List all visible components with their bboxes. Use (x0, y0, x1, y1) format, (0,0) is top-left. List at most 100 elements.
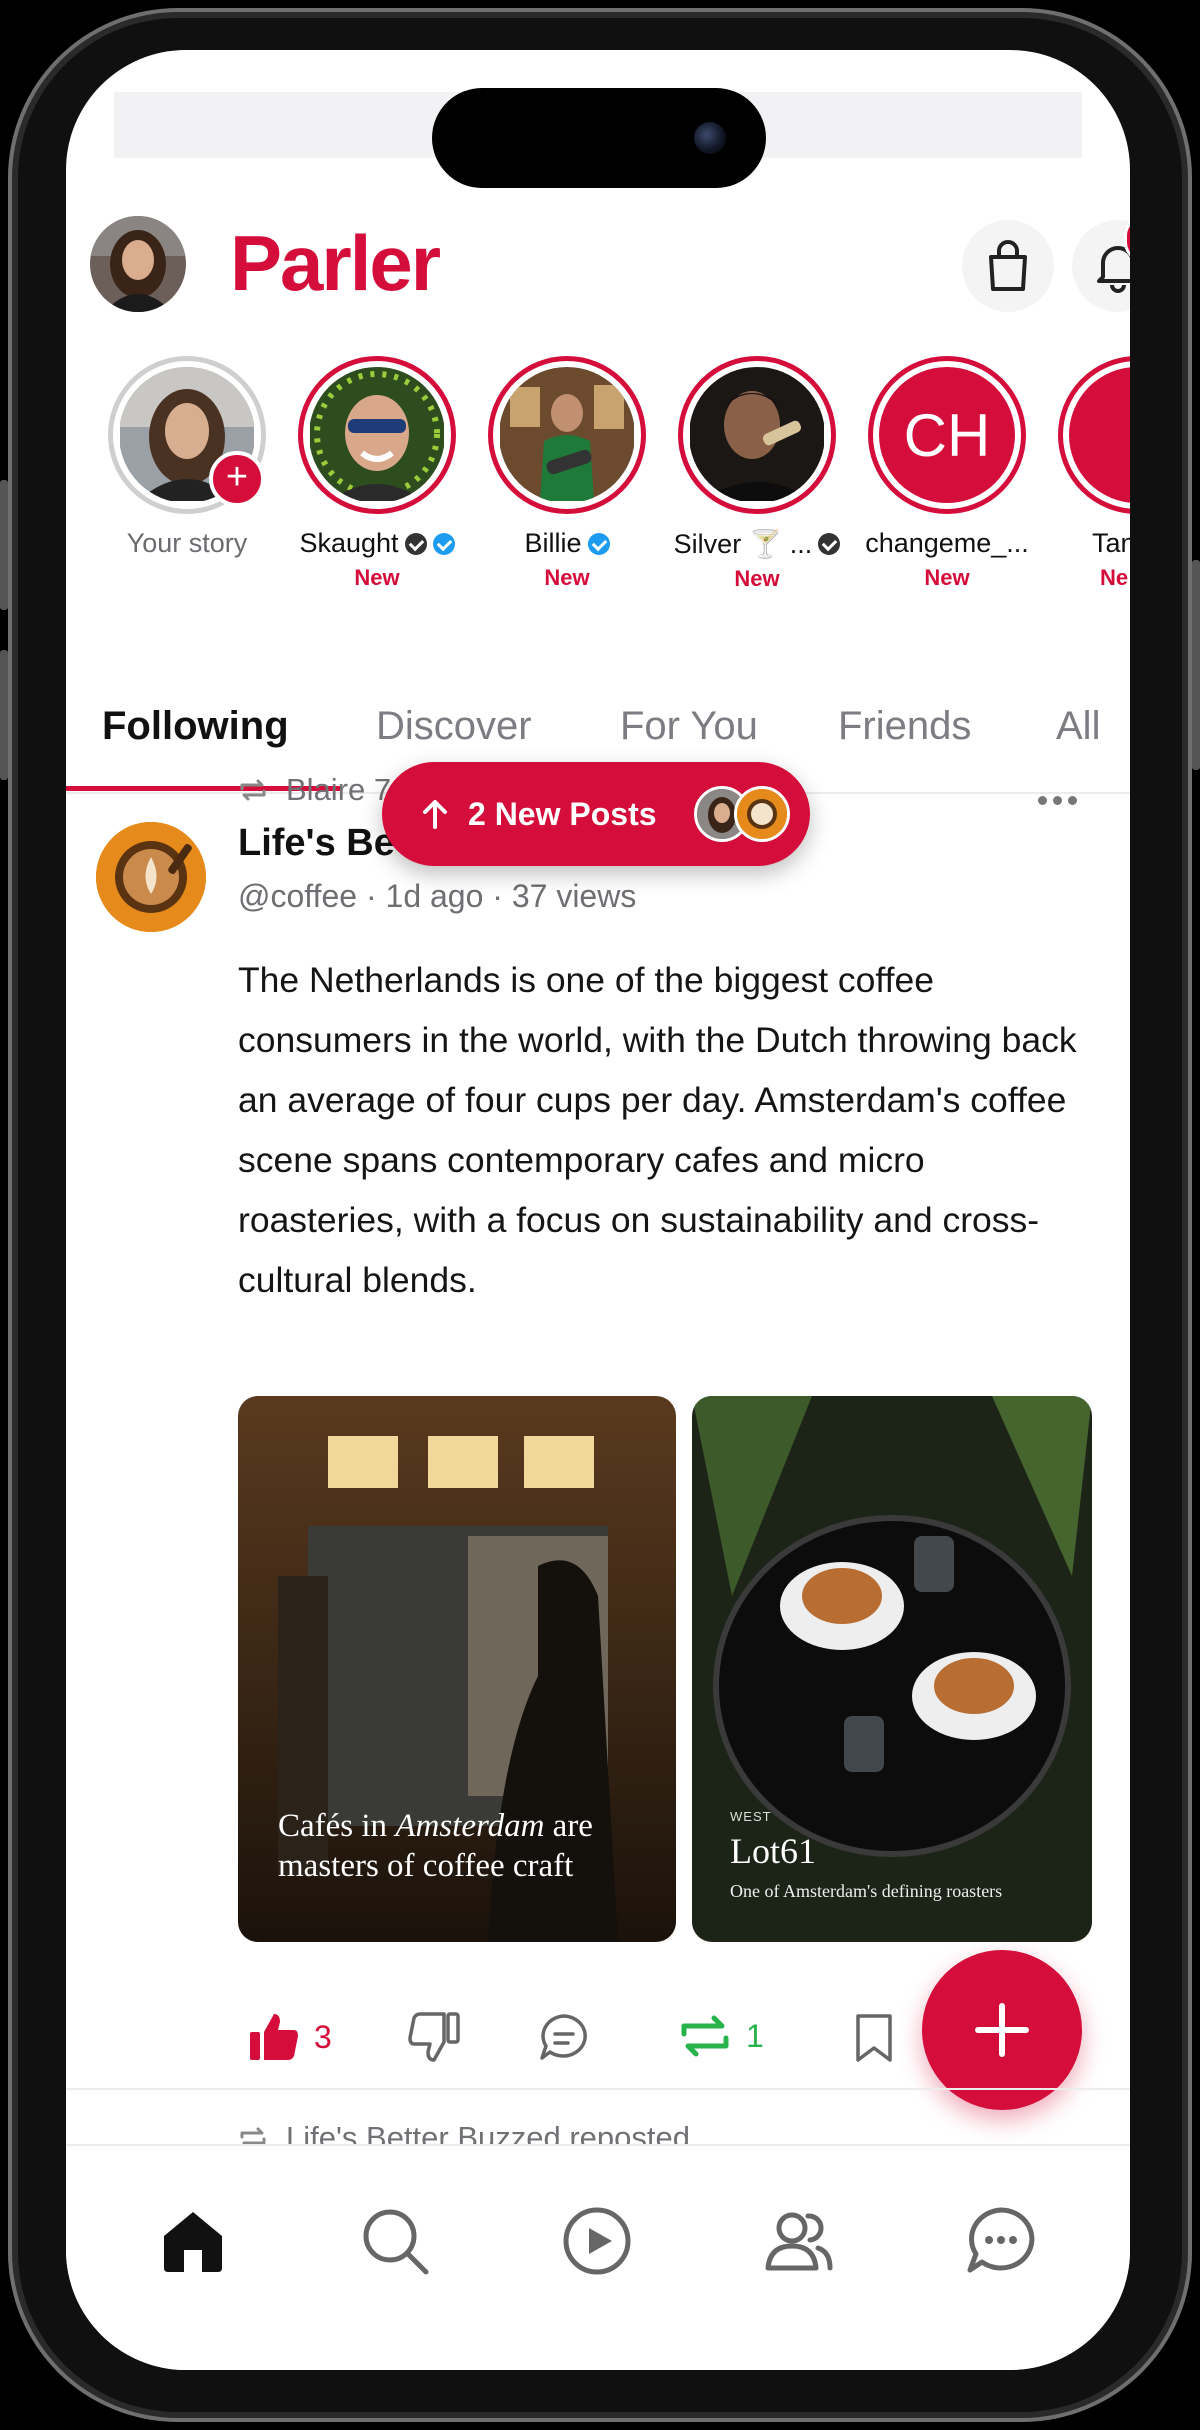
story-new-label: New (924, 565, 970, 590)
verified-icon (432, 532, 455, 555)
tab-friends[interactable]: Friends (838, 704, 971, 749)
nav-search[interactable] (358, 2204, 432, 2278)
chat-icon (967, 2207, 1035, 2273)
search-icon (363, 2209, 429, 2275)
story-new-label: New (354, 565, 400, 590)
story-name: Billie (524, 528, 582, 558)
side-button (0, 480, 8, 610)
story-name: Tanv (1092, 528, 1130, 558)
story-avatar (1069, 367, 1130, 503)
dynamic-island (432, 88, 766, 188)
comment-button[interactable] (538, 2012, 590, 2064)
avatar (734, 786, 790, 842)
story-ring: CH (868, 356, 1026, 514)
nav-messages[interactable] (964, 2204, 1038, 2278)
friends-icon (765, 2212, 833, 2271)
more-options-button[interactable] (1038, 796, 1077, 805)
nav-home[interactable] (156, 2204, 230, 2278)
post-divider (66, 2088, 1130, 2090)
tab-all[interactable]: All (1056, 704, 1100, 749)
video-icon (563, 2207, 631, 2275)
story-name: Silver 🍸 ... (673, 529, 813, 559)
story-name: Your story (126, 528, 248, 558)
shopping-bag-icon (989, 240, 1027, 291)
media-kicker: WEST (730, 1809, 772, 1824)
arrow-up-icon (423, 800, 447, 829)
story-name-row: Silver 🍸 ... (662, 528, 852, 560)
story-initials: CH (903, 401, 991, 469)
verified-icon (404, 532, 427, 555)
story-avatar (689, 367, 825, 503)
screen: Parler 3 + Your story (66, 50, 1130, 2370)
media-subtitle: One of Amsterdam's defining roasters (730, 1881, 1003, 1901)
media-caption: Cafés in Amsterdam are masters of coffee… (278, 1808, 593, 1884)
new-posts-avatars (694, 786, 794, 842)
story-ring (298, 356, 456, 514)
add-story-button[interactable]: + (209, 451, 265, 507)
post-avatar[interactable] (96, 822, 206, 932)
story-new-label: New (544, 565, 590, 590)
app-logo: Parler (230, 219, 441, 307)
story-own[interactable]: + Your story (92, 356, 282, 559)
story-changeme[interactable]: CH changeme_... New (852, 356, 1042, 591)
camera-icon (694, 122, 726, 154)
story-name: changeme_... (865, 528, 1029, 558)
comment-icon (540, 2014, 587, 2060)
tab-discover[interactable]: Discover (376, 704, 532, 749)
new-posts-label: 2 New Posts (468, 795, 657, 832)
notifications-button[interactable]: 3 (1072, 216, 1130, 312)
story-billie[interactable]: Billie New (472, 356, 662, 591)
stories-row: + Your story Skaught New Billie New Silv… (66, 356, 1130, 606)
side-button (0, 650, 8, 780)
tab-for-you[interactable]: For You (620, 704, 758, 749)
post-author[interactable]: Life's Be (238, 822, 395, 865)
repost-icon (681, 2015, 729, 2057)
profile-avatar[interactable] (90, 216, 186, 312)
nav-friends[interactable] (762, 2204, 836, 2278)
side-button (1192, 560, 1200, 770)
verified-icon (587, 532, 610, 555)
story-avatar (499, 367, 635, 503)
plus-icon (975, 2003, 1029, 2057)
tab-following[interactable]: Following (102, 704, 289, 749)
thumbs-down-icon (408, 2012, 460, 2062)
post-actions: 3 1 (238, 2012, 998, 2082)
repost-count: 1 (746, 2017, 764, 2054)
thumbs-up-icon (250, 2014, 298, 2060)
story-ring (488, 356, 646, 514)
story-avatar: CH (879, 367, 1015, 503)
repost-button[interactable]: 1 (678, 2012, 764, 2060)
story-tanv[interactable]: Tanv Ne (1042, 356, 1130, 591)
story-name-row: Skaught (282, 528, 472, 559)
story-ring (1058, 356, 1130, 514)
shop-button[interactable] (962, 220, 1054, 312)
new-posts-button[interactable]: 2 New Posts (382, 762, 810, 866)
bookmark-button[interactable] (854, 2012, 894, 2064)
post-meta: @coffee · 1d ago · 37 views (238, 878, 637, 914)
story-new-label: New (734, 566, 780, 591)
story-ring (678, 356, 836, 514)
reposted-by[interactable]: Blaire 7 (286, 772, 391, 808)
story-silver[interactable]: Silver 🍸 ... New (662, 356, 852, 592)
bottom-nav (66, 2144, 1130, 2370)
like-count: 3 (314, 2018, 332, 2055)
story-name-row: Billie (472, 528, 662, 559)
media-title: Lot61 (730, 1831, 816, 1871)
nav-video[interactable] (560, 2204, 634, 2278)
post-body: The Netherlands is one of the biggest co… (238, 960, 1077, 1300)
story-new-label: Ne (1100, 565, 1129, 590)
verified-icon (818, 533, 841, 555)
dislike-button[interactable] (408, 2012, 460, 2062)
bookmark-icon (856, 2014, 892, 2062)
like-button[interactable]: 3 (248, 2012, 332, 2062)
story-name: Skaught (299, 528, 399, 558)
post-image-cafe[interactable]: Cafés in Amsterdam are masters of coffee… (238, 1396, 676, 1942)
repost-icon (240, 779, 266, 801)
post-image-roaster[interactable]: WEST Lot61 One of Amsterdam's defining r… (692, 1396, 1092, 1942)
story-skaught[interactable]: Skaught New (282, 356, 472, 591)
home-icon (164, 2212, 222, 2272)
story-avatar (309, 367, 445, 503)
create-post-button[interactable] (922, 1950, 1082, 2110)
repost-indicator: Blaire 7 (238, 772, 391, 808)
story-ring: + (108, 356, 266, 514)
